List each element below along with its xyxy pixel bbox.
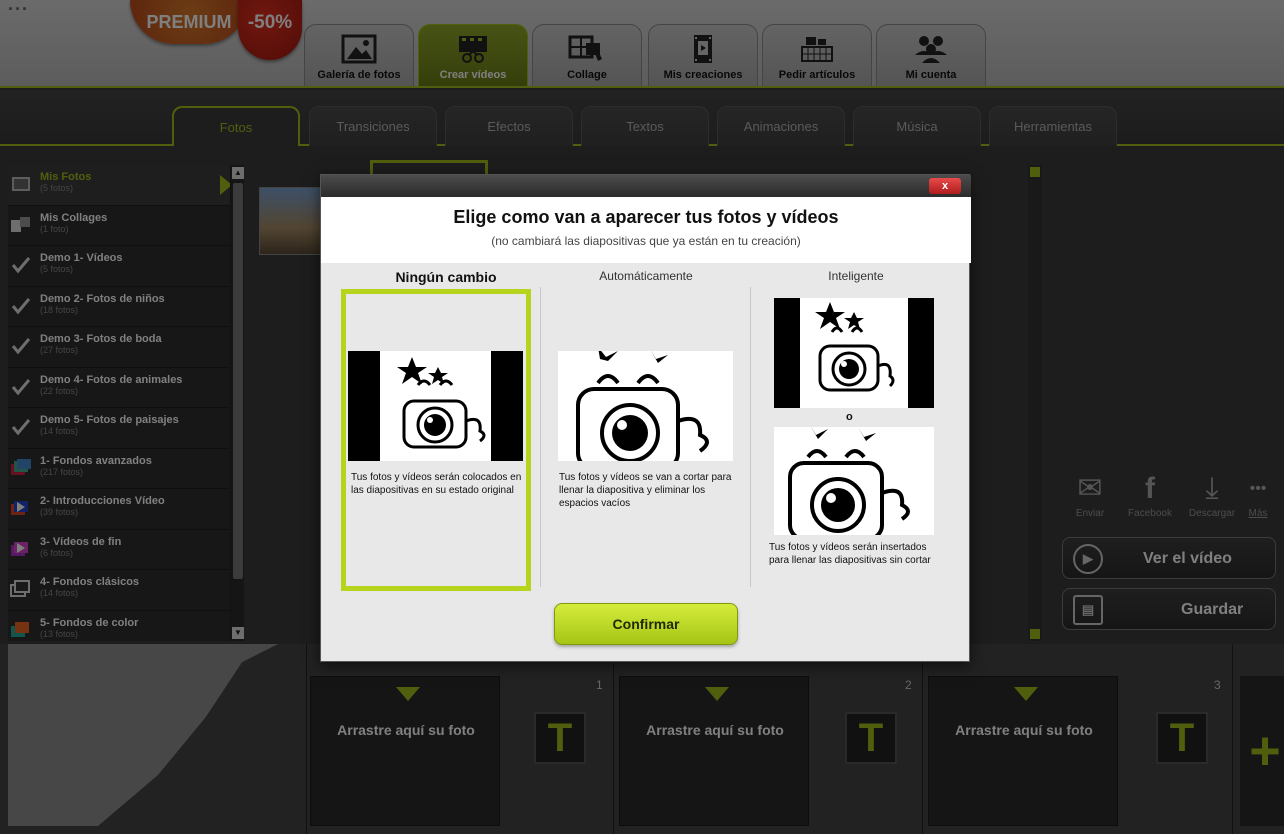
option-title: Automáticamente [599,269,693,283]
option-description: Tus fotos y vídeos serán insertados para… [769,542,931,566]
modal-subtitle: (no cambiará las diapositivas que ya est… [491,234,801,248]
camera-illustration [774,298,934,408]
letterbox-bar [908,298,934,408]
confirm-button[interactable]: Confirmar [554,603,738,645]
modal-titlebar: x [321,175,971,197]
option-title: Ningún cambio [395,269,497,285]
camera-mascot-icon [576,351,709,461]
camera-illustration [348,351,523,461]
camera-mascot-icon [788,427,910,535]
letterbox-bar [774,298,800,408]
option-description: Tus fotos y vídeos se van a cortar para … [559,472,732,509]
placement-modal: x Elige como van a aparecer tus fotos y … [320,174,971,662]
letterbox-bar [348,351,380,461]
camera-illustration [774,427,934,535]
close-button[interactable]: x [929,178,961,194]
modal-title: Elige como van a aparecer tus fotos y ví… [453,207,839,227]
camera-illustration [558,351,733,461]
app-window: ... PREMIUM -50% Galería de fotos Crear … [0,0,1284,834]
or-label: o [846,411,853,423]
option-title: Inteligente [828,269,884,283]
letterbox-bar [491,351,523,461]
modal-header: Elige como van a aparecer tus fotos y ví… [321,197,971,263]
option-description: Tus fotos y vídeos serán colocados en la… [351,472,522,496]
